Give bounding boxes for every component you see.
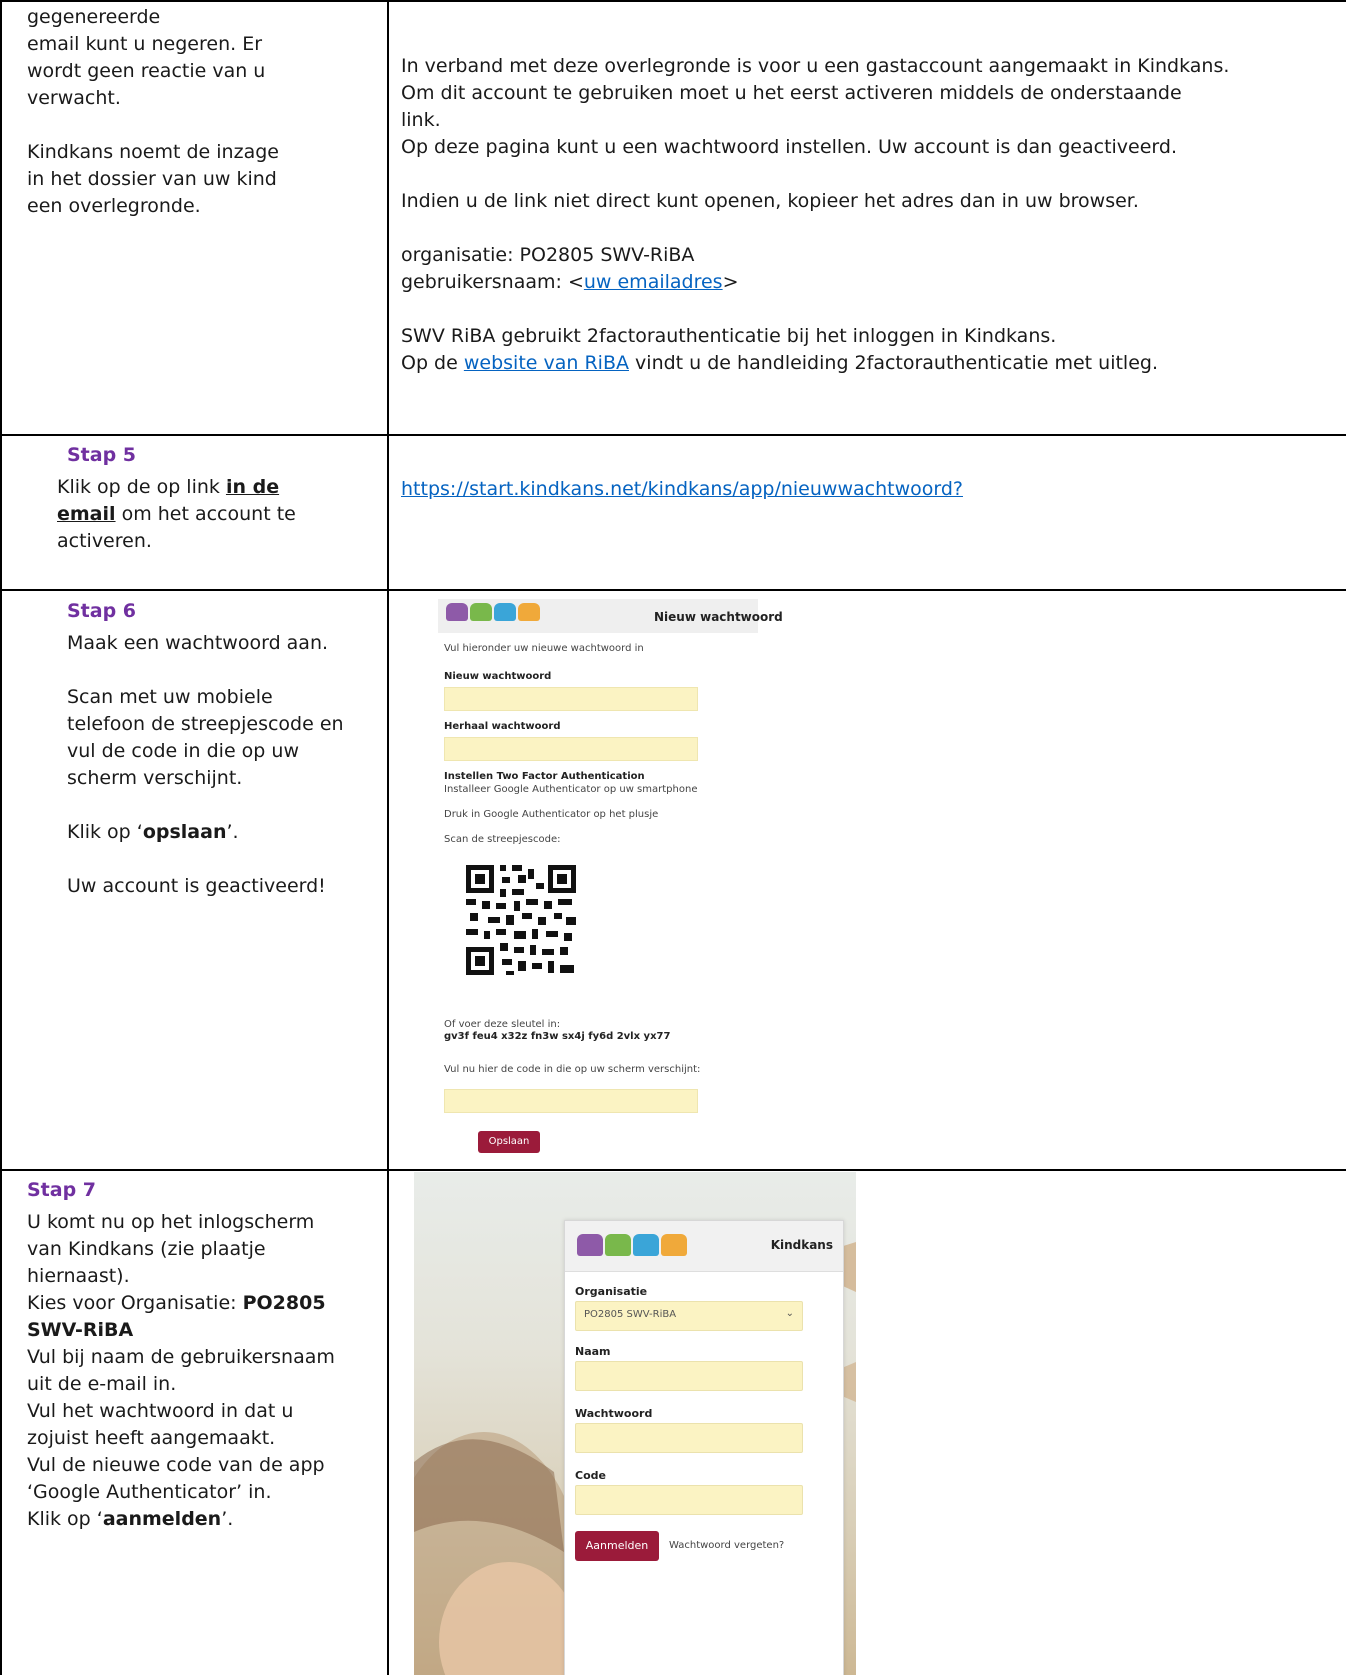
text-line: Kindkans noemt de inzage (27, 141, 279, 163)
table-border-left (0, 0, 2, 1675)
text-line: gegenereerde (27, 6, 161, 28)
name-input[interactable] (575, 1361, 803, 1391)
login-button[interactable]: Aanmelden (575, 1531, 659, 1561)
qr-code-icon (462, 861, 580, 979)
login-card-header: Kindkans (565, 1221, 843, 1272)
table-border-top (0, 0, 1346, 2)
text-line: in het dossier van uw kind (27, 168, 277, 190)
password-input[interactable] (575, 1423, 803, 1453)
text-line: verwacht. (27, 87, 121, 109)
text-line: In verband met deze overlegronde is voor… (401, 55, 1230, 77)
new-password-screenshot: Nieuw wachtwoord Vul hieronder uw nieuwe… (424, 599, 783, 1157)
riba-website-link[interactable]: website van RiBA (464, 352, 629, 374)
text-line: link. (401, 109, 441, 131)
screenshot-header: Nieuw wachtwoord (438, 599, 783, 633)
text-line: Op deze pagina kunt u een wachtwoord ins… (401, 136, 1178, 158)
forgot-password-link[interactable]: Wachtwoord vergeten? (669, 1540, 784, 1551)
step7-title: Stap 7 (27, 1179, 97, 1201)
login-screenshot: Kindkans Organisatie PO2805 SWV-RiBA ⌄ N… (414, 1172, 856, 1675)
login-card: Kindkans Organisatie PO2805 SWV-RiBA ⌄ N… (564, 1220, 844, 1675)
step6-title: Stap 6 (67, 600, 137, 622)
email-address-link[interactable]: uw emailadres (584, 271, 723, 293)
organisation-select[interactable]: PO2805 SWV-RiBA ⌄ (575, 1301, 803, 1331)
step7-text: U komt nu op het inlogscherm van Kindkan… (27, 1211, 335, 1530)
row-divider (0, 589, 1346, 591)
step5-text: Klik op de op link in de email om het ac… (57, 476, 296, 552)
username-line: gebruikersnaam: <uw emailadres> (401, 271, 739, 293)
activation-link[interactable]: https://start.kindkans.net/kindkans/app/… (401, 478, 963, 500)
text-line: Om dit account te gebruiken moet u het e… (401, 82, 1182, 104)
instruction-document: gegenereerde email kunt u negeren. Er wo… (0, 0, 1346, 1675)
website-line: Op de website van RiBA vindt u de handle… (401, 352, 1159, 374)
kindkans-logo-icon (446, 603, 540, 621)
kindkans-logo-icon (577, 1234, 687, 1256)
text-line: SWV RiBA gebruikt 2factorauthenticatie b… (401, 325, 1057, 347)
intro-right-text: In verband met deze overlegronde is voor… (401, 53, 1341, 377)
login-card-title: Kindkans (770, 1238, 833, 1252)
repeat-password-input[interactable] (444, 737, 698, 761)
step6-text: Maak een wachtwoord aan. Scan met uw mob… (67, 632, 344, 897)
screenshot-header-title: Nieuw wachtwoord (654, 610, 783, 624)
verification-code-input[interactable] (444, 1089, 698, 1113)
intro-left-text: gegenereerde email kunt u negeren. Er wo… (27, 4, 377, 220)
row-divider (0, 434, 1346, 436)
new-password-input[interactable] (444, 687, 698, 711)
secret-key: gv3f feu4 x32z fn3w sx4j fy6d 2vlx yx77 (444, 1031, 671, 1042)
activation-link-row: https://start.kindkans.net/kindkans/app/… (401, 476, 963, 503)
chevron-down-icon: ⌄ (785, 1308, 794, 1319)
step5-title: Stap 5 (67, 444, 137, 466)
save-button[interactable]: Opslaan (478, 1131, 540, 1153)
organisation-line: organisatie: PO2805 SWV-RiBA (401, 244, 695, 266)
text-line: Indien u de link niet direct kunt openen… (401, 190, 1139, 212)
text-line: email kunt u negeren. Er (27, 33, 263, 55)
column-divider (387, 0, 389, 1675)
text-line: een overlegronde. (27, 195, 201, 217)
row-divider (0, 1169, 1346, 1171)
text-line: wordt geen reactie van u (27, 60, 266, 82)
code-input[interactable] (575, 1485, 803, 1515)
